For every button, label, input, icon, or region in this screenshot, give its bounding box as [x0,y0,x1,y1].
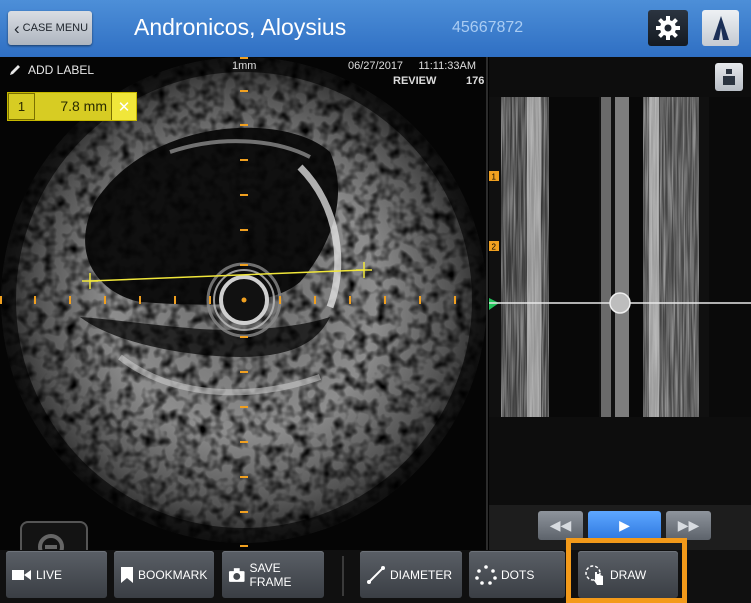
fast-forward-button[interactable]: ▶▶ [666,511,711,540]
ivus-cross-section[interactable] [0,57,488,550]
catheter-button[interactable] [702,10,739,46]
gear-icon [656,16,680,40]
diameter-label: DIAMETER [390,567,453,582]
bookmark-marker-1[interactable]: 1 [489,171,499,182]
measurement-label[interactable]: 1 7.8 mm ✕ [7,92,137,121]
draw-button-highlight [566,538,687,603]
rewind-icon: ◀◀ [549,517,572,533]
dots-label: DOTS [501,567,535,582]
longitudinal-toggle-button[interactable] [715,63,743,91]
ivus-image[interactable] [0,57,488,550]
measurement-value: 7.8 mm [35,93,112,120]
frame-datetime: 06/27/2017 11:11:33AM [348,60,477,72]
video-camera-icon [12,569,31,580]
dots-button[interactable]: DOTS [469,551,565,598]
longitudinal-image[interactable]: 1 2 [489,97,751,417]
toolbar-divider [342,556,344,596]
live-button[interactable]: LIVE [6,551,107,598]
bookmark-label: BOOKMARK [138,567,208,582]
bookmark-icon [121,566,133,583]
mode-label: REVIEW [393,75,437,87]
add-label-text: ADD LABEL [28,63,95,77]
fast-forward-icon: ▶▶ [677,517,700,533]
diameter-button[interactable]: DIAMETER [360,551,462,598]
save-frame-label: SAVE FRAME [249,560,292,589]
dots-icon [475,564,497,585]
frame-cursor-handle[interactable] [609,292,631,314]
live-label: LIVE [36,567,63,582]
rewind-button[interactable]: ◀◀ [538,511,583,540]
delete-measurement-icon[interactable]: ✕ [112,98,136,116]
catheter-icon [712,16,729,40]
person-icon [723,69,735,85]
bookmark-marker-2[interactable]: 2 [489,241,499,252]
scale-label: 1mm [232,60,257,72]
case-menu-label: CASE MENU [22,22,89,34]
svg-text:1: 1 [492,173,497,182]
diameter-icon [367,565,385,584]
play-icon: ▶ [619,517,630,533]
bookmark-button[interactable]: BOOKMARK [114,551,214,598]
patient-id: 45667872 [452,19,524,36]
header-bar [0,0,751,57]
frame-number: 176 [466,75,485,87]
patient-name: Andronicos, Aloysius [134,14,347,40]
play-button[interactable]: ▶ [588,511,661,540]
save-frame-button[interactable]: SAVE FRAME [222,551,324,598]
chevron-left-icon: ‹ [14,18,20,38]
case-menu-button[interactable]: ‹ CASE MENU [8,11,92,45]
add-label-button[interactable]: ADD LABEL [8,63,94,77]
camera-icon [228,567,245,582]
pencil-icon [10,65,20,75]
settings-button[interactable] [648,10,688,46]
svg-text:2: 2 [492,243,497,252]
measurement-index: 1 [8,93,35,120]
